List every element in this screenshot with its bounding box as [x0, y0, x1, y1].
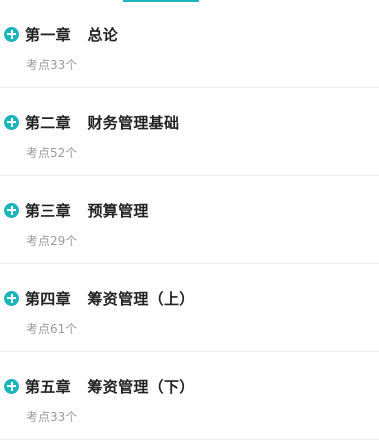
chapter-title-row: 第五章 筹资管理（下）: [4, 376, 195, 396]
chapter-title-row: 第三章 预算管理: [4, 200, 149, 220]
plus-circle-icon[interactable]: [4, 202, 19, 218]
plus-circle-icon[interactable]: [4, 378, 19, 394]
chapter-title: 第五章 筹资管理（下）: [25, 377, 195, 396]
chapter-title-row: 第一章 总论: [4, 24, 118, 44]
chapter-point-count: 考点52个: [26, 146, 78, 160]
chapter-point-count: 考点61个: [26, 322, 78, 336]
chapter-item-1[interactable]: 第一章 总论 考点33个: [0, 0, 379, 88]
chapter-title: 第四章 筹资管理（上）: [25, 289, 195, 308]
chapter-item-3[interactable]: 第三章 预算管理 考点29个: [0, 176, 379, 264]
chapter-title: 第一章 总论: [25, 25, 119, 44]
chapter-title-row: 第四章 筹资管理（上）: [4, 288, 195, 308]
plus-circle-icon[interactable]: [4, 26, 19, 42]
chapter-title-row: 第二章 财务管理基础: [4, 112, 179, 132]
chapter-list: 第一章 总论 考点33个 第二章 财务管理基础 考点52个 第三章 预算管理 考…: [0, 0, 379, 440]
chapter-item-4[interactable]: 第四章 筹资管理（上） 考点61个: [0, 264, 379, 352]
chapter-title: 第二章 财务管理基础: [25, 113, 180, 132]
chapter-point-count: 考点33个: [26, 410, 78, 424]
chapter-point-count: 考点29个: [26, 234, 78, 248]
plus-circle-icon[interactable]: [4, 290, 19, 306]
plus-circle-icon[interactable]: [4, 114, 19, 130]
chapter-item-2[interactable]: 第二章 财务管理基础 考点52个: [0, 88, 379, 176]
chapter-title: 第三章 预算管理: [25, 201, 149, 220]
chapter-item-5[interactable]: 第五章 筹资管理（下） 考点33个: [0, 352, 379, 440]
chapter-point-count: 考点33个: [26, 58, 78, 72]
